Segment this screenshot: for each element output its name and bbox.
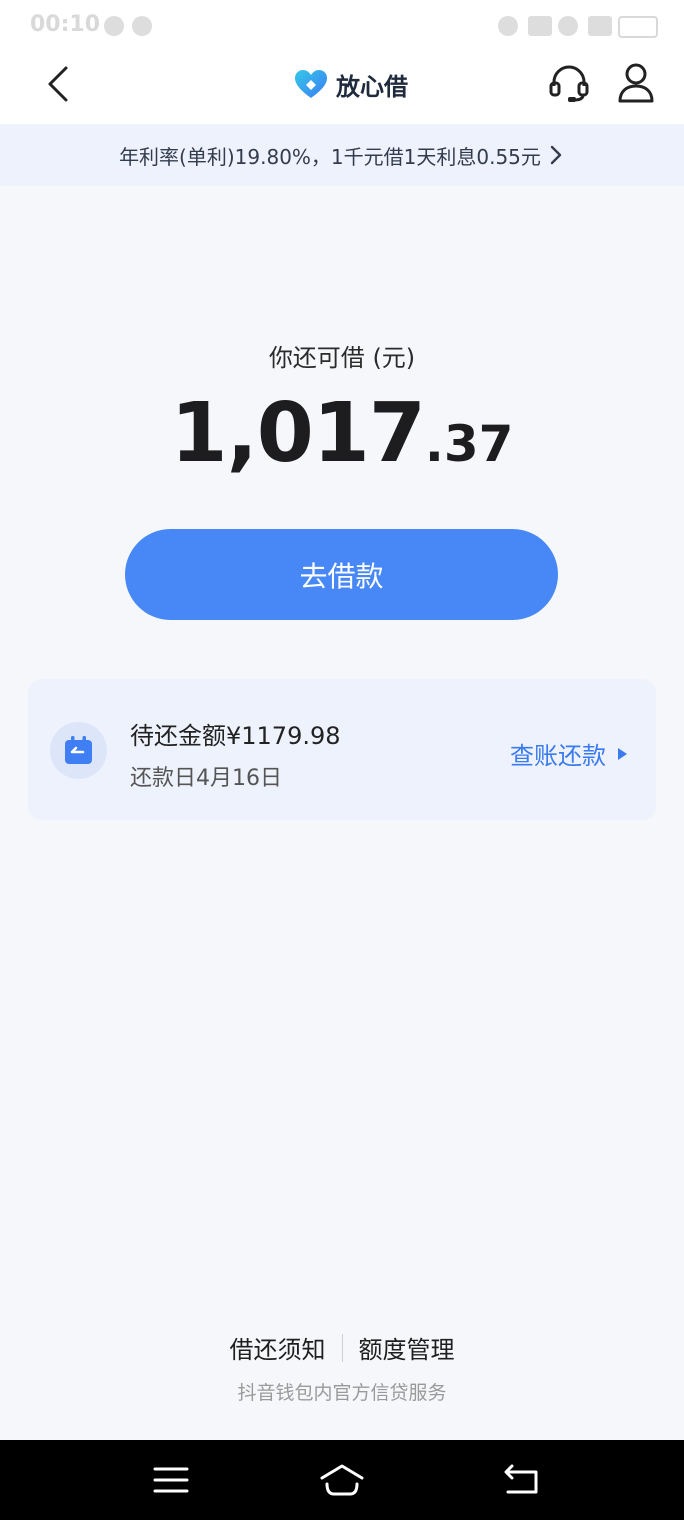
battery-icon (618, 16, 658, 38)
heart-shield-logo (295, 70, 327, 98)
chevron-right-icon (550, 145, 562, 165)
footer-divider (341, 1333, 343, 1362)
available-label: 你还可借 (元) (268, 344, 416, 372)
footer-tagline: 抖音钱包内官方信贷服务 (237, 1382, 447, 1404)
status-bar (0, 0, 684, 52)
view-bill-repay-link[interactable]: 查账还款 (510, 736, 628, 771)
caret-right-icon (618, 747, 627, 760)
borrow-button[interactable]: 去借款 (125, 529, 558, 620)
notification-icon (104, 16, 124, 36)
alarm-icon (498, 16, 518, 36)
app-indicator-icon (132, 16, 152, 36)
rate-banner[interactable]: 年利率(单利)19.80%，1千元借1天利息0.55元 (0, 124, 684, 186)
brand: 放心借 (294, 68, 408, 101)
available-amount: 1,017.37 (0, 386, 684, 481)
wifi-icon (558, 16, 578, 36)
headset-icon[interactable] (548, 62, 590, 104)
view-bill-label: 查账还款 (510, 742, 606, 770)
status-time: 00:10 (30, 12, 101, 37)
terms-link[interactable]: 借还须知 (230, 1330, 326, 1365)
back-arrow-icon[interactable] (40, 64, 80, 104)
limit-management-link[interactable]: 额度管理 (359, 1330, 455, 1365)
rate-text: 年利率(单利)19.80%，1千元借1天利息0.55元 (119, 144, 541, 169)
home-icon[interactable] (318, 1462, 366, 1498)
brand-name: 放心借 (336, 72, 408, 101)
signal-icon (528, 16, 552, 36)
back-nav-icon[interactable] (502, 1462, 542, 1496)
user-icon[interactable] (616, 62, 656, 104)
footer-links: 借还须知 额度管理 (0, 1330, 684, 1365)
menu-icon[interactable] (152, 1464, 190, 1496)
due-amount: 待还金额¥1179.98 (130, 722, 341, 750)
due-date: 还款日4月16日 (130, 766, 282, 791)
signal-2-icon (588, 16, 612, 36)
calendar-icon (65, 736, 92, 764)
amount-integer: 1,017 (170, 386, 426, 481)
amount-decimal: .37 (424, 415, 514, 473)
